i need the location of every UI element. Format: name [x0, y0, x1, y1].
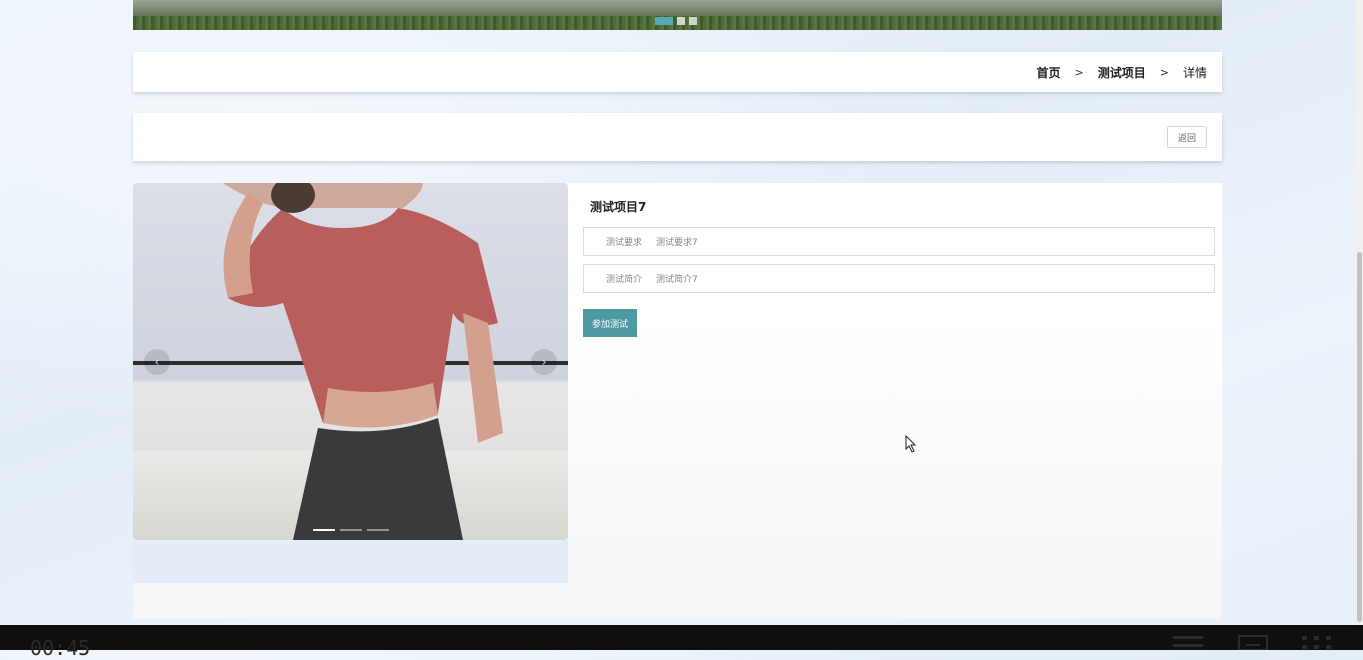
field-requirement: 测试要求 测试要求7	[583, 227, 1215, 256]
breadcrumb-separator: >	[1159, 65, 1169, 79]
back-button[interactable]: 返回	[1167, 126, 1207, 148]
detail-panel: ‹ › 测试项目7 测试要求 测试要求7 测试简介 测试简介7 参加测试	[133, 183, 1222, 619]
mouse-cursor-icon	[905, 435, 917, 453]
join-test-button[interactable]: 参加测试	[583, 309, 637, 337]
banner-dot-3[interactable]	[689, 17, 697, 25]
banner-dot-1[interactable]	[655, 17, 673, 25]
carousel-prev-icon[interactable]: ‹	[144, 349, 170, 375]
action-bar: 返回	[133, 113, 1222, 161]
field-label: 测试简介	[605, 275, 642, 285]
banner-indicators	[655, 17, 697, 25]
field-label: 测试要求	[605, 238, 642, 248]
banner-dot-2[interactable]	[677, 17, 685, 25]
subtitle-icon[interactable]	[1238, 635, 1268, 650]
field-value: 测试要求7	[656, 238, 698, 248]
carousel-footer-area	[133, 540, 568, 583]
carousel-indicators	[313, 529, 389, 531]
carousel-photo	[223, 183, 503, 540]
field-intro: 测试简介 测试简介7	[583, 264, 1215, 293]
item-title: 测试项目7	[590, 200, 647, 214]
carousel-next-icon[interactable]: ›	[531, 349, 557, 375]
top-banner	[133, 0, 1222, 30]
carousel-indicator-1[interactable]	[313, 529, 335, 531]
page-scrollbar[interactable]	[1356, 0, 1363, 625]
breadcrumb-separator: >	[1074, 65, 1084, 79]
breadcrumb-current: 详情	[1182, 65, 1207, 80]
breadcrumb: 首页 > 测试项目 > 详情	[133, 52, 1222, 92]
scrollbar-thumb[interactable]	[1357, 252, 1362, 622]
field-value: 测试简介7	[656, 275, 698, 285]
carousel-indicator-2[interactable]	[340, 529, 362, 531]
breadcrumb-home[interactable]: 首页	[1037, 64, 1061, 81]
carousel-indicator-3[interactable]	[367, 529, 389, 531]
menu-icon[interactable]	[1173, 635, 1203, 650]
video-control-bar: 00:45	[0, 625, 1363, 658]
grid-icon[interactable]	[1302, 635, 1332, 650]
playback-time: 00:45	[30, 636, 91, 660]
image-carousel: ‹ ›	[133, 183, 568, 540]
breadcrumb-section[interactable]: 测试项目	[1098, 64, 1146, 81]
